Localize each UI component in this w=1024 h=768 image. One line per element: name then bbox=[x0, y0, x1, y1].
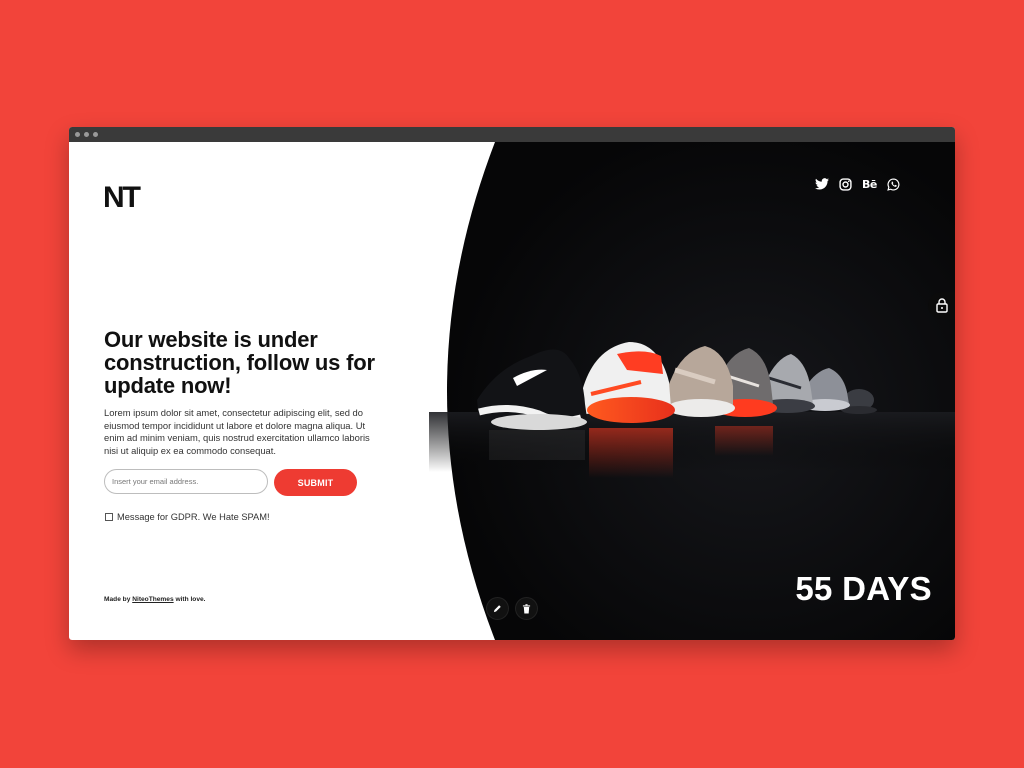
lock-button[interactable] bbox=[928, 292, 955, 319]
logo[interactable]: NT bbox=[103, 182, 155, 210]
gdpr-checkbox[interactable] bbox=[105, 513, 113, 521]
gdpr-consent[interactable]: Message for GDPR. We Hate SPAM! bbox=[105, 512, 270, 522]
window-dot-maximize[interactable] bbox=[93, 132, 98, 137]
twitter-icon[interactable] bbox=[815, 177, 829, 191]
email-input[interactable] bbox=[104, 469, 268, 494]
svg-text:NT: NT bbox=[103, 182, 141, 210]
pencil-icon bbox=[493, 605, 501, 613]
gdpr-label: Message for GDPR. We Hate SPAM! bbox=[117, 512, 270, 522]
intro-paragraph: Lorem ipsum dolor sit amet, consectetur … bbox=[104, 407, 370, 456]
countdown-days: 55 DAYS bbox=[795, 570, 932, 607]
edit-button[interactable] bbox=[487, 598, 508, 619]
whatsapp-icon[interactable] bbox=[887, 177, 900, 191]
window-dot-minimize[interactable] bbox=[84, 132, 89, 137]
footer-credit: Made by NiteoThemes with love. bbox=[104, 596, 206, 603]
footer-suffix: with love. bbox=[173, 596, 206, 603]
delete-button[interactable] bbox=[516, 598, 537, 619]
submit-button[interactable]: SUBMIT bbox=[274, 469, 357, 496]
window-titlebar bbox=[69, 127, 955, 142]
instagram-icon[interactable] bbox=[839, 177, 852, 191]
footer-link[interactable]: NiteoThemes bbox=[132, 596, 173, 603]
behance-icon[interactable]: Bē bbox=[862, 177, 877, 191]
window-dot-close[interactable] bbox=[75, 132, 80, 137]
browser-window: NT Our website is under construction, fo… bbox=[69, 127, 955, 640]
footer-prefix: Made by bbox=[104, 596, 133, 603]
lock-icon bbox=[935, 298, 948, 313]
trash-icon bbox=[522, 603, 531, 613]
page-content: NT Our website is under construction, fo… bbox=[69, 142, 955, 640]
page-headline: Our website is under construction, follo… bbox=[104, 327, 375, 398]
social-links: Bē bbox=[815, 177, 910, 191]
